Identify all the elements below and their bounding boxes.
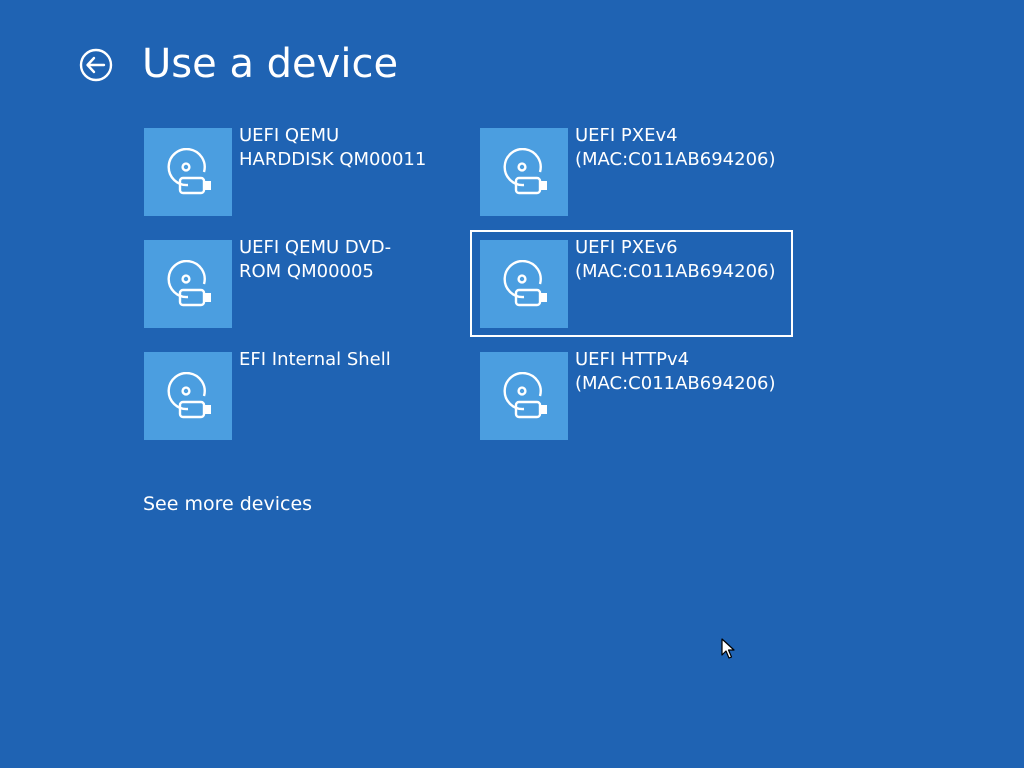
back-button[interactable] (78, 47, 114, 83)
device-tile-uefi-httpv4[interactable]: UEFI HTTPv4 (MAC:C011AB694206) (480, 349, 800, 455)
device-label: UEFI QEMU HARDDISK QM00011 (239, 125, 427, 170)
disc-drive-icon (167, 148, 211, 195)
see-more-devices-link[interactable]: See more devices (143, 492, 312, 516)
device-label: UEFI QEMU DVD- ROM QM00005 (239, 237, 392, 282)
device-label: EFI Internal Shell (239, 349, 391, 370)
device-tile-uefi-pxev6[interactable]: UEFI PXEv6 (MAC:C011AB694206) (470, 230, 793, 337)
page-title: Use a device (142, 41, 399, 87)
use-a-device-screen: Use a device UEFI QEMU HARDDISK QM00011 … (0, 0, 1024, 768)
device-tile-icon-box (144, 128, 232, 216)
device-label: UEFI PXEv6 (MAC:C011AB694206) (575, 237, 776, 282)
device-tile-icon-box (480, 128, 568, 216)
device-tile-uefi-qemu-harddisk[interactable]: UEFI QEMU HARDDISK QM00011 (144, 125, 464, 231)
device-tile-icon-box (144, 240, 232, 328)
device-label: UEFI PXEv4 (MAC:C011AB694206) (575, 125, 776, 170)
device-tile-icon-box (480, 352, 568, 440)
disc-drive-icon (503, 148, 547, 195)
device-tile-icon-box (144, 352, 232, 440)
back-arrow-circle-icon (79, 48, 113, 82)
disc-drive-icon (503, 372, 547, 419)
disc-drive-icon (503, 260, 547, 307)
device-label: UEFI HTTPv4 (MAC:C011AB694206) (575, 349, 776, 394)
mouse-pointer-icon (721, 638, 735, 659)
device-tile-uefi-pxev4[interactable]: UEFI PXEv4 (MAC:C011AB694206) (480, 125, 800, 231)
device-tile-efi-internal-shell[interactable]: EFI Internal Shell (144, 349, 464, 455)
disc-drive-icon (167, 260, 211, 307)
device-tile-uefi-qemu-dvd-rom[interactable]: UEFI QEMU DVD- ROM QM00005 (144, 237, 464, 343)
device-tile-icon-box (480, 240, 568, 328)
disc-drive-icon (167, 372, 211, 419)
